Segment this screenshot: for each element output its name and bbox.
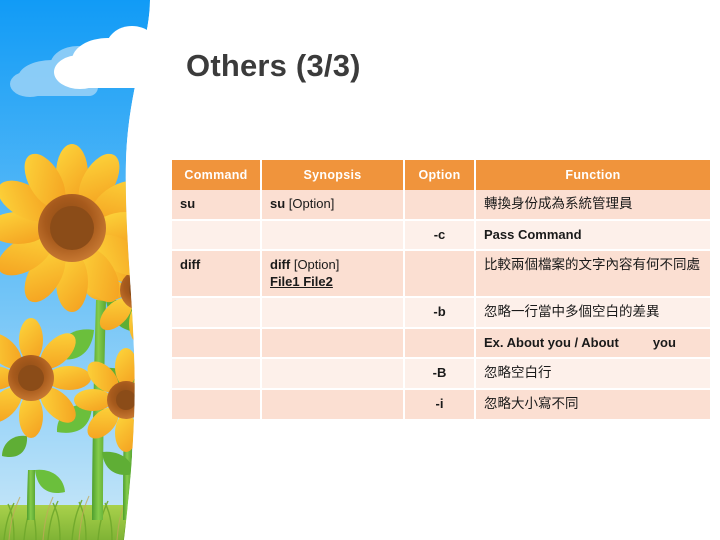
cell-synopsis xyxy=(261,297,405,330)
cell-function: Ex. About you / About you xyxy=(475,328,710,360)
cell-option xyxy=(404,190,476,221)
column-header-synopsis: Synopsis xyxy=(261,160,405,190)
column-header-option: Option xyxy=(404,160,476,190)
cell-command xyxy=(172,297,262,330)
column-header-function: Function xyxy=(475,160,710,190)
command-reference-table: Command Synopsis Option Function su su [… xyxy=(172,160,710,421)
table-row: su su [Option] 轉換身份成為系統管理員 xyxy=(172,190,710,221)
function-text: 轉換身份成為系統管理員 xyxy=(484,196,633,211)
cell-synopsis: su [Option] xyxy=(261,190,405,221)
synopsis-name: su xyxy=(270,196,286,211)
cell-synopsis xyxy=(261,219,405,251)
function-example-tail: you xyxy=(652,335,676,351)
cell-command xyxy=(172,328,262,360)
cell-option: -c xyxy=(404,219,476,251)
cell-function: 比較兩個檔案的文字內容有何不同處 xyxy=(475,249,710,299)
column-header-command: Command xyxy=(172,160,262,190)
synopsis-file-args: File1 File2 xyxy=(270,274,333,290)
table-header-row: Command Synopsis Option Function xyxy=(172,160,710,190)
synopsis-name: diff xyxy=(270,256,291,272)
sunflower-illustration xyxy=(0,0,180,540)
table-row: diff diff [Option] File1 File2 比較兩個檔案的文字… xyxy=(172,249,710,299)
function-text: 忽略大小寫不同 xyxy=(484,396,579,412)
cell-function: 忽略一行當中多個空白的差異 xyxy=(475,297,710,330)
cell-function: 轉換身份成為系統管理員 xyxy=(475,190,710,221)
cell-command xyxy=(172,219,262,251)
function-text: 忽略空白行 xyxy=(484,365,552,381)
function-text: 比較兩個檔案的文字內容有何不同處 xyxy=(484,256,700,272)
cell-synopsis xyxy=(261,389,405,421)
decorative-sidebar-background xyxy=(0,0,180,540)
function-example-text: Ex. About you / About xyxy=(484,335,619,351)
table-row: -c Pass Command xyxy=(172,219,710,251)
cell-command xyxy=(172,358,262,391)
table-row: -i 忽略大小寫不同 xyxy=(172,389,710,421)
cell-command: su xyxy=(172,190,262,221)
cell-option: -i xyxy=(404,389,476,421)
table-row: -b 忽略一行當中多個空白的差異 xyxy=(172,297,710,330)
cell-option: -b xyxy=(404,297,476,330)
cell-option xyxy=(404,249,476,299)
page-title: Others (3/3) xyxy=(186,48,361,83)
cell-function: 忽略空白行 xyxy=(475,358,710,391)
cell-synopsis: diff [Option] File1 File2 xyxy=(261,249,405,299)
cell-option: -B xyxy=(404,358,476,391)
synopsis-option: [Option] xyxy=(285,196,335,211)
cell-synopsis xyxy=(261,328,405,360)
table-row: -B 忽略空白行 xyxy=(172,358,710,391)
synopsis-option: [Option] xyxy=(290,256,340,272)
function-text: Pass Command xyxy=(484,226,582,242)
cell-function: 忽略大小寫不同 xyxy=(475,389,710,421)
cell-function: Pass Command xyxy=(475,219,710,251)
cell-synopsis xyxy=(261,358,405,391)
table-row: Ex. About you / About you xyxy=(172,328,710,360)
cell-command: diff xyxy=(172,249,262,299)
function-text: 忽略一行當中多個空白的差異 xyxy=(484,304,660,320)
cell-command xyxy=(172,389,262,421)
cell-option xyxy=(404,328,476,360)
